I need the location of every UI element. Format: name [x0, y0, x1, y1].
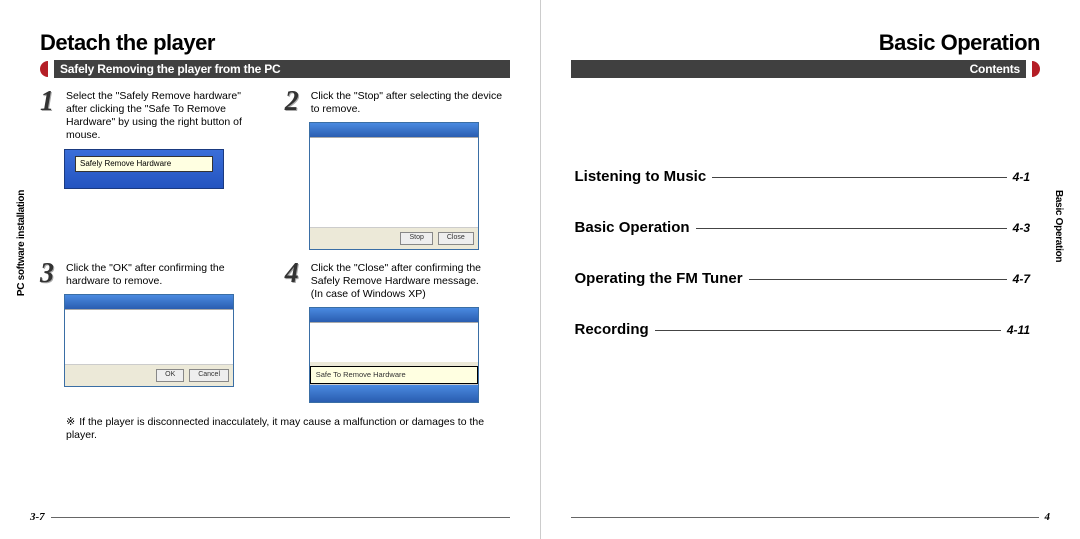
taskbar-strip-icon: [310, 384, 478, 402]
note-mark-icon: ※: [66, 416, 75, 428]
subhead-row-right: Contents: [571, 60, 1041, 78]
step-text: Select the "Safely Remove hardware" afte…: [66, 88, 265, 143]
dialog-body: [65, 309, 233, 364]
step-3-image: OK Cancel: [64, 294, 265, 387]
step-3: 3 Click the "OK" after confirming the ha…: [40, 260, 265, 403]
titlebar-icon: [65, 295, 233, 309]
step-4: 4 Click the "Close" after confirming the…: [285, 260, 510, 403]
step-text: Click the "OK" after confirming the hard…: [66, 260, 265, 288]
toc-leader-icon: [696, 228, 1007, 229]
dialog-body: [310, 322, 478, 362]
dialog-footer: OK Cancel: [65, 364, 233, 386]
toc-row: Operating the FM Tuner 4-7: [575, 270, 1031, 287]
step-number: 3: [40, 260, 60, 288]
dialog-button: OK: [156, 369, 184, 382]
page-title-left: Detach the player: [40, 30, 510, 56]
toc-label: Listening to Music: [575, 168, 707, 185]
toc-row: Recording 4-11: [575, 321, 1031, 338]
page-rule-icon: [571, 517, 1039, 518]
step-2-image: Stop Close: [309, 122, 510, 250]
step-2: 2 Click the "Stop" after selecting the d…: [285, 88, 510, 250]
dialog-button: Stop: [400, 232, 432, 245]
balloon-tip: Safe To Remove Hardware: [310, 366, 478, 383]
step-number: 1: [40, 88, 60, 143]
titlebar-icon: [310, 123, 478, 137]
toc-page: 4-3: [1013, 221, 1030, 235]
toc-page: 4-1: [1013, 170, 1030, 184]
step-number: 2: [285, 88, 305, 116]
page-title-right: Basic Operation: [571, 30, 1041, 56]
toc-leader-icon: [712, 177, 1006, 178]
toc-page: 4-7: [1013, 272, 1030, 286]
dialog-window: OK Cancel: [64, 294, 234, 387]
page-number-right: 4: [1045, 511, 1051, 523]
page-number-row-left: 3-7: [30, 511, 510, 523]
subhead-right: Contents: [571, 60, 1027, 78]
toc-leader-icon: [655, 330, 1001, 331]
page-number-row-right: 4: [571, 511, 1051, 523]
taskbar-tray-icon: Safely Remove Hardware: [64, 149, 224, 189]
dialog-button: Close: [438, 232, 474, 245]
steps-grid: 1 Select the "Safely Remove hardware" af…: [40, 88, 510, 403]
dialog-button: Cancel: [189, 369, 229, 382]
step-1-image: Safely Remove Hardware: [64, 149, 265, 189]
step-text: Click the "Stop" after selecting the dev…: [311, 88, 510, 116]
dialog-window: Safe To Remove Hardware: [309, 307, 479, 402]
toc-label: Recording: [575, 321, 649, 338]
left-page: Detach the player Safely Removing the pl…: [0, 0, 540, 539]
side-tab-left: PC software installation: [16, 190, 27, 296]
dialog-window: Stop Close: [309, 122, 479, 250]
balloon-tip: Safely Remove Hardware: [75, 156, 213, 172]
dialog-footer: Stop Close: [310, 227, 478, 249]
footnote: ※If the player is disconnected inacculat…: [66, 415, 510, 443]
toc-page: 4-11: [1007, 323, 1030, 337]
page-rule-icon: [51, 517, 510, 518]
toc-leader-icon: [749, 279, 1007, 280]
table-of-contents: Listening to Music 4-1 Basic Operation 4…: [571, 168, 1041, 338]
step-1: 1 Select the "Safely Remove hardware" af…: [40, 88, 265, 250]
side-tab-right: Basic Operation: [1053, 190, 1064, 262]
toc-row: Basic Operation 4-3: [575, 219, 1031, 236]
note-text: If the player is disconnected inacculate…: [66, 416, 484, 442]
subhead-cap-icon: [40, 61, 48, 77]
subhead-left: Safely Removing the player from the PC: [54, 60, 510, 78]
toc-label: Basic Operation: [575, 219, 690, 236]
subhead-cap-icon: [1032, 61, 1040, 77]
dialog-body: [310, 137, 478, 227]
titlebar-icon: [310, 308, 478, 322]
toc-row: Listening to Music 4-1: [575, 168, 1031, 185]
step-text: Click the "Close" after confirming the S…: [311, 260, 510, 301]
step-number: 4: [285, 260, 305, 301]
right-page: Basic Operation Contents Basic Operation…: [541, 0, 1080, 539]
page-number-left: 3-7: [30, 511, 45, 523]
toc-label: Operating the FM Tuner: [575, 270, 743, 287]
subhead-row-left: Safely Removing the player from the PC: [40, 60, 510, 78]
step-4-image: Safe To Remove Hardware: [309, 307, 510, 402]
